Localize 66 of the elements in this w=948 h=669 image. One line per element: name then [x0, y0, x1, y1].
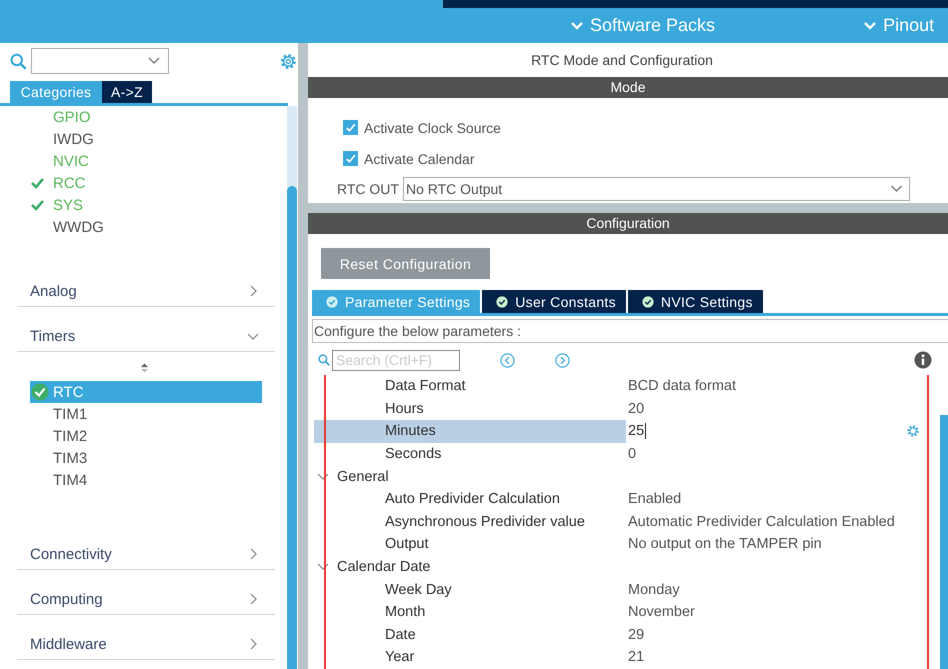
- checkbox[interactable]: [343, 120, 358, 135]
- category-header[interactable]: Middleware: [17, 615, 275, 660]
- parameter-value[interactable]: 29: [626, 626, 644, 643]
- parameter-value[interactable]: BCD data format: [626, 378, 736, 394]
- scrollbar[interactable]: [287, 106, 297, 669]
- group-label: Calendar Date: [337, 559, 430, 576]
- checkbox-label: Activate Calendar: [364, 150, 475, 166]
- parameter-name[interactable]: Hours: [314, 397, 626, 420]
- parameter-name[interactable]: Data Format: [314, 375, 626, 398]
- parameter-name[interactable]: Output: [314, 532, 626, 556]
- previous-icon[interactable]: [500, 352, 515, 368]
- check-circle-icon: [496, 296, 508, 308]
- settings-icon[interactable]: [906, 424, 920, 438]
- category-header[interactable]: Connectivity: [17, 525, 275, 570]
- parameter-name[interactable]: Seconds: [314, 442, 626, 466]
- parameter-name[interactable]: Asynchronous Predivider value: [314, 510, 626, 534]
- parameter-value[interactable]: Automatic Predivider Calculation Enabled: [626, 514, 895, 530]
- next-icon[interactable]: [555, 352, 570, 368]
- search-icon: [318, 354, 330, 366]
- search-combo-field[interactable]: [30, 48, 170, 74]
- section-header: Mode: [308, 77, 948, 98]
- parameter-value[interactable]: 20: [626, 400, 644, 417]
- category-header[interactable]: Timers: [17, 307, 275, 352]
- chevron-down-icon: [570, 20, 584, 30]
- sidebar-tab[interactable]: A->Z: [102, 81, 152, 103]
- peripheral-item[interactable]: TIM3: [30, 447, 262, 469]
- description-text: Configure the below parameters :: [312, 319, 948, 343]
- group-label: General: [337, 468, 389, 485]
- scrollbar[interactable]: [940, 415, 948, 669]
- config-tab[interactable]: NVIC Settings: [628, 290, 763, 313]
- settings-icon[interactable]: [279, 52, 298, 70]
- info-icon[interactable]: [914, 351, 932, 369]
- parameter-name[interactable]: Week Day: [314, 578, 626, 602]
- peripheral-item[interactable]: TIM1: [30, 403, 262, 425]
- parameter-value[interactable]: 0: [626, 446, 636, 462]
- chevron-down-icon[interactable]: [148, 57, 160, 65]
- parameter-value[interactable]: 25: [626, 423, 646, 440]
- search-icon[interactable]: [10, 52, 27, 70]
- field-label: RTC OUT: [337, 181, 399, 197]
- parameter-value[interactable]: 21: [626, 649, 644, 666]
- rtc-out-dropdown[interactable]: No RTC Output: [402, 177, 910, 201]
- parameter-value[interactable]: November: [626, 604, 695, 620]
- checkbox[interactable]: [343, 151, 358, 166]
- section-header: Configuration: [308, 213, 948, 234]
- peripheral-item[interactable]: IWDG: [53, 130, 94, 148]
- parameter-value[interactable]: Monday: [626, 582, 680, 598]
- config-tab[interactable]: User Constants: [482, 290, 626, 313]
- parameter-name[interactable]: Auto Predivider Calculation: [314, 488, 626, 511]
- peripheral-item[interactable]: TIM4: [30, 469, 262, 491]
- checkbox-label: Activate Clock Source: [364, 120, 501, 136]
- peripheral-item[interactable]: WWDG: [53, 218, 104, 236]
- parameter-name[interactable]: Date: [314, 623, 626, 646]
- parameter-name[interactable]: Year: [314, 646, 626, 669]
- chevron-down-icon: [863, 20, 878, 30]
- parameter-value[interactable]: Enabled: [626, 491, 682, 508]
- peripheral-item[interactable]: TIM2: [30, 425, 262, 447]
- parameter-value[interactable]: No output on the TAMPER pin: [626, 536, 822, 552]
- category-header[interactable]: Analog: [17, 262, 275, 307]
- check-circle-icon: [326, 296, 338, 308]
- panel-title: RTC Mode and Configuration: [530, 51, 714, 70]
- sort-icon[interactable]: [140, 362, 149, 374]
- check-circle-icon: [642, 296, 654, 308]
- chevron-down-icon[interactable]: [890, 185, 903, 193]
- category-header[interactable]: Computing: [17, 570, 275, 615]
- parameter-name[interactable]: Minutes: [314, 420, 626, 443]
- parameter-name[interactable]: Month: [314, 600, 626, 624]
